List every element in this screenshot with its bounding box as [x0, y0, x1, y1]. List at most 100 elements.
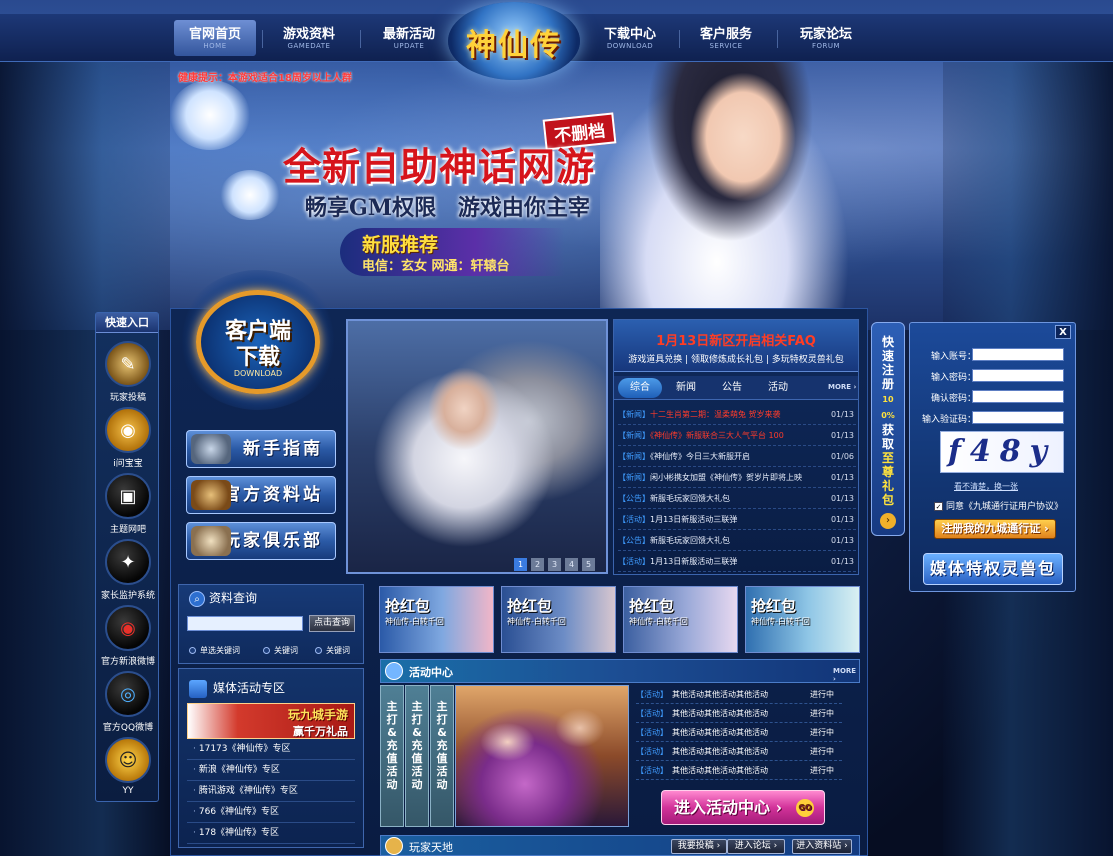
- activity-tag: 【活动】: [636, 709, 668, 718]
- activity-vertical-tab[interactable]: 主打&充值活动: [380, 685, 404, 827]
- blossom-decoration: [170, 80, 250, 150]
- activity-artwork[interactable]: [455, 685, 629, 827]
- nav-forum[interactable]: 玩家论坛 FORUM: [785, 20, 867, 56]
- logo-text: 神仙传: [466, 28, 562, 63]
- slide-dot[interactable]: 2: [531, 558, 544, 571]
- card-subtitle: 神仙传-白转千回: [507, 617, 566, 626]
- confirm-password-field[interactable]: [972, 390, 1064, 403]
- red-envelope-card[interactable]: 抢红包 神仙传-白转千回: [623, 586, 738, 653]
- register-button[interactable]: 注册我的九城通行证 ›: [934, 519, 1056, 539]
- news-date: 01/13: [830, 431, 854, 440]
- activity-vertical-tab[interactable]: 主打&充值活动: [405, 685, 429, 827]
- list-item[interactable]: 17173《神仙传》专区: [187, 739, 355, 760]
- slide-dot[interactable]: 4: [565, 558, 578, 571]
- news-tag: 【新闻】: [618, 473, 650, 482]
- slide-dot[interactable]: 1: [514, 558, 527, 571]
- quick-item-sina[interactable]: ◉ 官方新浪微博: [96, 605, 160, 667]
- new-server-banner[interactable]: 新服推荐 电信：玄女 网通：轩辕台: [340, 228, 565, 276]
- nav-update[interactable]: 最新活动 UPDATE: [368, 20, 450, 56]
- nav-gamedata[interactable]: 游戏资料 GAMEDATE: [268, 20, 350, 56]
- promo-line: 玩九城手游: [287, 708, 348, 722]
- quick-item-label: YY: [122, 786, 134, 796]
- search-button[interactable]: 点击查询: [309, 615, 355, 632]
- list-item[interactable]: 【活动】 其他活动其他活动其他活动 进行中: [636, 704, 842, 723]
- agree-checkbox[interactable]: ✓ 同意《九城通行证用户协议》: [934, 499, 1063, 512]
- news-subline[interactable]: 游戏道具兑换 | 领取修炼成长礼包 | 多玩特权灵兽礼包: [614, 352, 858, 365]
- nav-download[interactable]: 下载中心 DOWNLOAD: [589, 20, 671, 56]
- search-option-label: 关键词: [326, 646, 350, 655]
- activity-vertical-tab[interactable]: 主打&充值活动: [430, 685, 454, 827]
- account-field[interactable]: [972, 348, 1064, 361]
- news-title: 1月13日新服活动三联弹: [650, 557, 738, 566]
- slide-dot[interactable]: 5: [582, 558, 595, 571]
- close-icon[interactable]: X: [1055, 325, 1071, 339]
- slide-dot[interactable]: 3: [548, 558, 561, 571]
- tab-news[interactable]: 新闻: [664, 378, 708, 398]
- tab-activity[interactable]: 活动: [756, 378, 800, 398]
- search-option[interactable]: 关键词: [315, 645, 350, 656]
- character-slideshow[interactable]: [346, 319, 608, 574]
- captcha-image[interactable]: f48y: [940, 431, 1064, 473]
- game-logo[interactable]: 神仙传: [448, 2, 580, 80]
- captcha-refresh-link[interactable]: 看不清楚，换一张: [954, 481, 1018, 492]
- nav-home[interactable]: 官网首页 HOME: [174, 20, 256, 56]
- quick-register-tab[interactable]: 快速注册 100% 获取至尊礼包 ›: [871, 322, 905, 536]
- red-envelope-card[interactable]: 抢红包 神仙传-白转千回: [501, 586, 616, 653]
- player-club-button[interactable]: 玩家俱乐部: [186, 522, 336, 560]
- news-title: 《神仙传》新服联合三大人气平台 100: [650, 431, 784, 440]
- quick-item-ask[interactable]: ◉ i问宝宝: [96, 407, 160, 469]
- enter-activity-center-button[interactable]: 进入活动中心 › GO: [661, 790, 825, 825]
- search-input[interactable]: [187, 616, 303, 631]
- list-item[interactable]: 【活动】 其他活动其他活动其他活动 进行中: [636, 761, 842, 780]
- password-label: 输入密码：: [930, 373, 976, 383]
- list-item[interactable]: 178《神仙传》专区: [187, 823, 355, 844]
- tab-all[interactable]: 综合: [618, 378, 662, 398]
- list-item[interactable]: 【活动】 其他活动其他活动其他活动 进行中: [636, 742, 842, 761]
- list-item[interactable]: 腾讯游戏《神仙传》专区: [187, 781, 355, 802]
- list-item[interactable]: 【新闻】《神仙传》新服联合三大人气平台 100 01/13: [618, 425, 856, 446]
- activity-status: 进行中: [810, 766, 834, 775]
- media-beast-pack-button[interactable]: 媒体特权灵兽包: [923, 553, 1063, 585]
- data-search-box: ⌕ 资料查询 点击查询 单选关键词 关键词 关键词: [178, 584, 364, 664]
- captcha-field[interactable]: [972, 411, 1064, 424]
- news-more-link[interactable]: MORE ›: [828, 383, 856, 391]
- enter-data-site-button[interactable]: 进入资料站 ›: [792, 839, 852, 854]
- card-subtitle: 神仙传-白转千回: [751, 617, 810, 626]
- enter-forum-button[interactable]: 进入论坛 ›: [727, 839, 785, 854]
- list-item[interactable]: 【新闻】闲小彬携女加盟《神仙传》贺岁片即将上映 01/13: [618, 467, 856, 488]
- media-promo-banner[interactable]: 玩九城手游 赢千万礼品: [187, 703, 355, 739]
- activity-status: 进行中: [810, 690, 834, 699]
- quick-item-yy[interactable]: ☺ YY: [96, 737, 160, 796]
- list-item[interactable]: 新浪《神仙传》专区: [187, 760, 355, 781]
- list-item[interactable]: 【活动】1月13日新服活动三联弹 01/13: [618, 551, 856, 572]
- list-item[interactable]: 【活动】 其他活动其他活动其他活动 进行中: [636, 685, 842, 704]
- nav-service[interactable]: 客户服务 SERVICE: [685, 20, 767, 56]
- search-option[interactable]: 关键词: [263, 645, 298, 656]
- list-item[interactable]: 【公告】新服毛玩家回馈大礼包 01/13: [618, 530, 856, 551]
- activity-more-link[interactable]: MORE ›: [833, 667, 859, 683]
- quick-item-netbar[interactable]: ▣ 主题网吧: [96, 473, 160, 535]
- list-item[interactable]: 【活动】1月13日新服活动三联弹 01/13: [618, 509, 856, 530]
- search-option[interactable]: 单选关键词: [189, 645, 240, 656]
- list-item[interactable]: 【新闻】十二生肖第二期：温柔萌兔 贺岁来袭 01/13: [618, 404, 856, 425]
- client-download-button[interactable]: 客户端 下载 DOWNLOAD: [178, 270, 338, 410]
- password-field[interactable]: [972, 369, 1064, 382]
- list-item[interactable]: 【公告】新服毛玩家回馈大礼包 01/13: [618, 488, 856, 509]
- list-item[interactable]: 【新闻】《神仙传》今日三大新服开启 01/06: [618, 446, 856, 467]
- quick-item-submit[interactable]: ✎ 玩家投稿: [96, 341, 160, 403]
- tab-notice[interactable]: 公告: [710, 378, 754, 398]
- newbie-guide-button[interactable]: 新手指南: [186, 430, 336, 468]
- list-item[interactable]: 766《神仙传》专区: [187, 802, 355, 823]
- news-tag: 【公告】: [618, 494, 650, 503]
- register-text-highlight: 100%: [881, 395, 895, 420]
- news-headline[interactable]: 1月13日新区开启相关FAQ: [614, 330, 858, 349]
- quick-entry-title: 快速入口: [96, 313, 158, 333]
- quick-item-qq[interactable]: ◎ 官方QQ微博: [96, 671, 160, 733]
- activity-status: 进行中: [810, 747, 834, 756]
- red-envelope-card[interactable]: 抢红包 神仙传-白转千回: [379, 586, 494, 653]
- official-data-site-button[interactable]: 官方资料站: [186, 476, 336, 514]
- submit-article-button[interactable]: 我要投稿 ›: [671, 839, 727, 854]
- list-item[interactable]: 【活动】 其他活动其他活动其他活动 进行中: [636, 723, 842, 742]
- quick-item-parent[interactable]: ✦ 家长监护系统: [96, 539, 160, 601]
- red-envelope-card[interactable]: 抢红包 神仙传-白转千回: [745, 586, 860, 653]
